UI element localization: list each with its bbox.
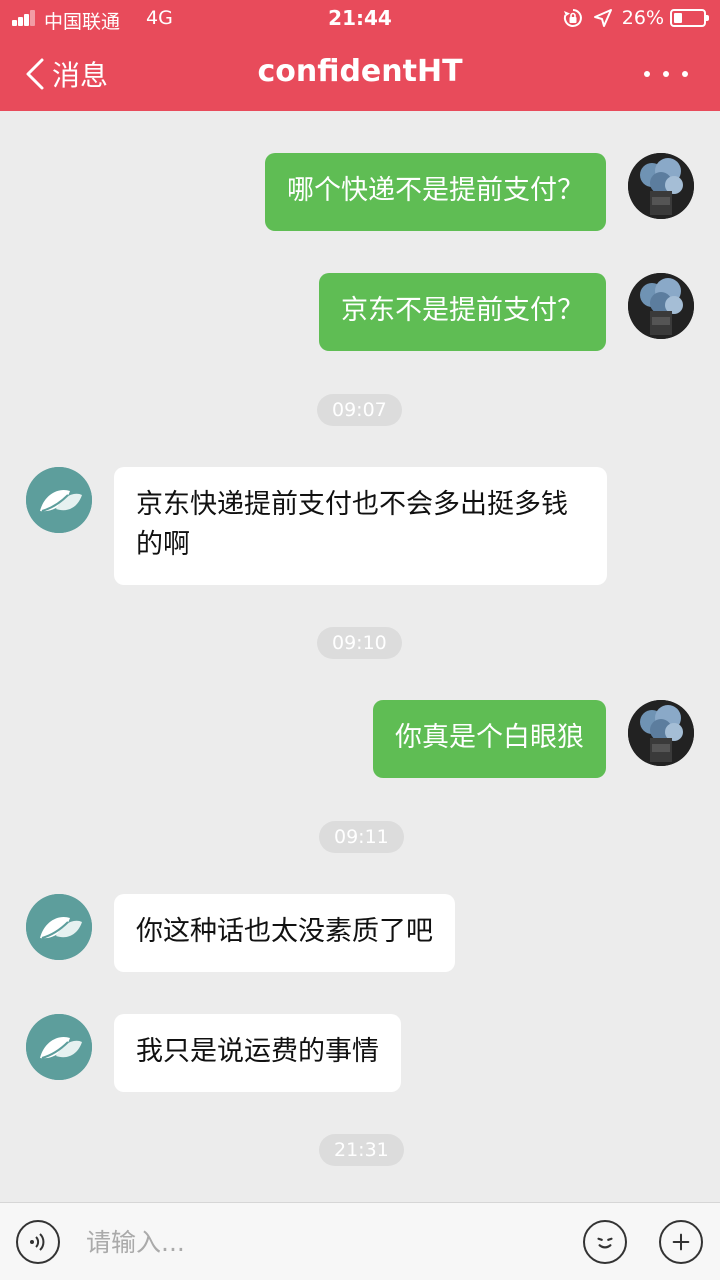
message-input[interactable] (78, 1215, 558, 1269)
sent-bubble[interactable]: 你真是个白眼狼 (373, 700, 606, 778)
status-right: 26% (562, 6, 709, 30)
flower-avatar-icon[interactable] (628, 273, 694, 339)
input-bar (0, 1202, 720, 1280)
back-button[interactable]: 消息 (24, 54, 108, 94)
status-bar: 中国联通 4G 21:44 26% (0, 0, 720, 36)
received-bubble[interactable]: 你这种话也太没素质了吧 (114, 894, 455, 972)
back-label: 消息 (52, 59, 109, 92)
more-icon[interactable] (644, 62, 688, 86)
voice-icon (30, 1233, 45, 1251)
sent-bubble[interactable]: 京东不是提前支付？ (319, 273, 606, 351)
chat-area[interactable]: 哪个快递不是提前支付？ 京东不是提前支付？ 09:07 京东快递提前支付也不会多… (0, 111, 720, 1202)
lock-rotation-icon (563, 9, 582, 27)
timestamp: 09:11 (319, 821, 404, 853)
plus-button[interactable] (659, 1220, 703, 1264)
leaf-avatar-icon[interactable] (26, 1014, 92, 1080)
plus-icon (672, 1233, 690, 1251)
voice-button[interactable] (16, 1220, 60, 1264)
flower-avatar-icon[interactable] (628, 700, 694, 766)
received-bubble[interactable]: 我只是说运费的事情 (114, 1014, 401, 1092)
emoji-icon (597, 1237, 613, 1249)
back-chevron-icon (26, 58, 44, 90)
battery-percent: 26% (621, 7, 664, 29)
emoji-button[interactable] (583, 1220, 627, 1264)
leaf-avatar-icon[interactable] (26, 894, 92, 960)
sent-bubble[interactable]: 哪个快递不是提前支付？ (265, 153, 606, 231)
timestamp: 09:07 (317, 394, 402, 426)
top-header: 中国联通 4G 21:44 26% 消息 confidentHT (0, 0, 720, 111)
nav-bar: 消息 confidentHT (0, 36, 720, 111)
location-arrow-icon (593, 9, 612, 27)
battery-icon (670, 9, 709, 27)
leaf-avatar-icon[interactable] (26, 467, 92, 533)
received-bubble[interactable]: 京东快递提前支付也不会多出挺多钱的啊 (114, 467, 607, 585)
timestamp: 09:10 (317, 627, 402, 659)
timestamp: 21:31 (319, 1134, 404, 1166)
flower-avatar-icon[interactable] (628, 153, 694, 219)
conversation-title: confidentHT (257, 54, 463, 89)
